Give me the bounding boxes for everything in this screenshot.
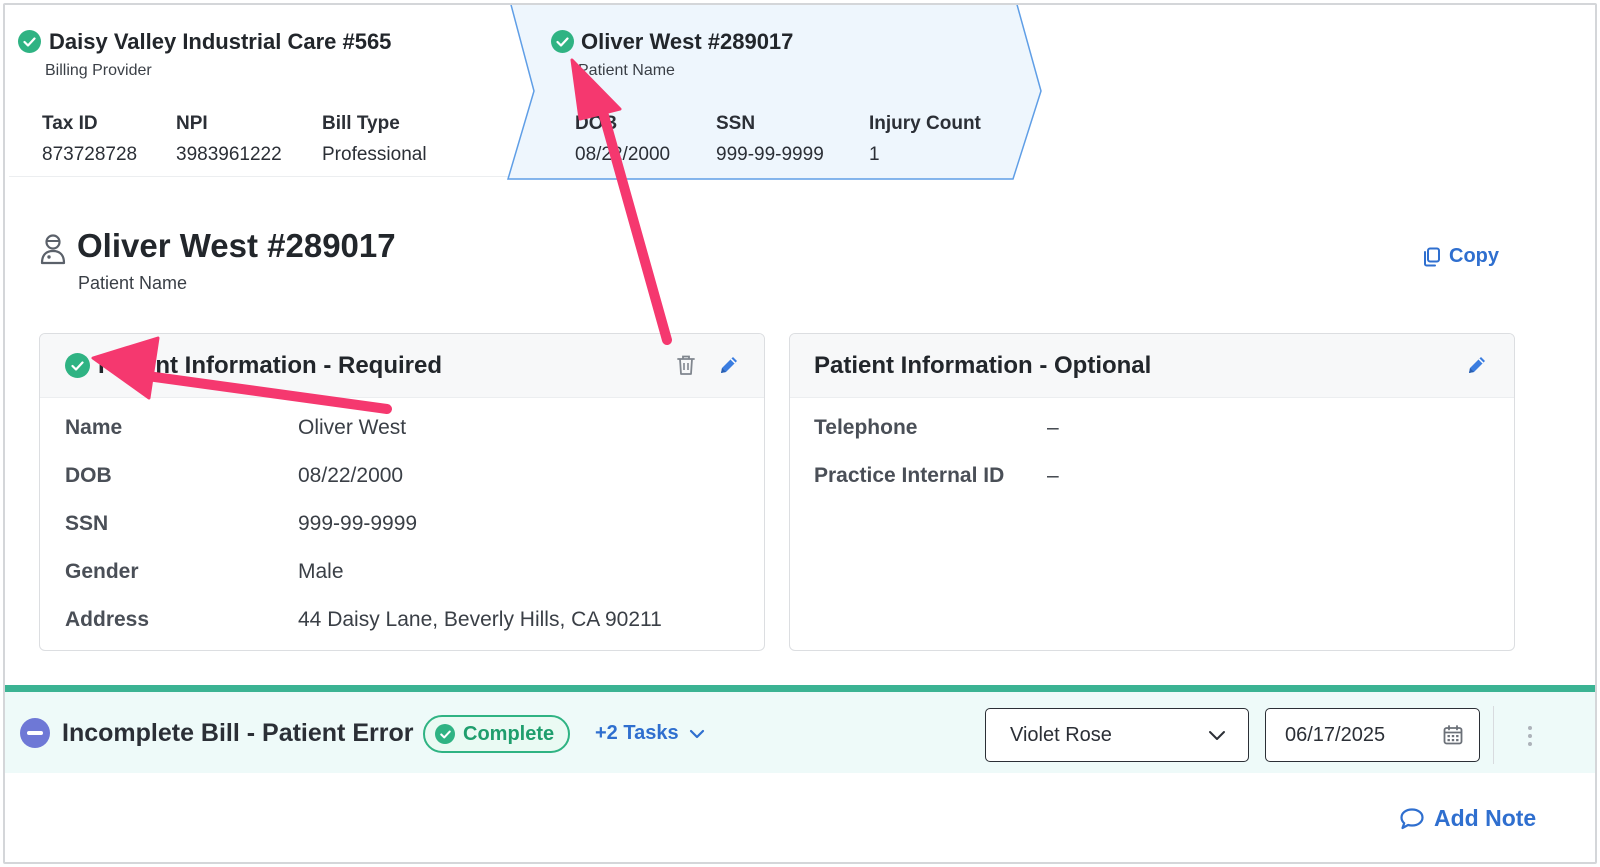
chevron-down-icon	[1209, 730, 1225, 740]
patient-icon	[39, 233, 67, 270]
check-circle-icon	[551, 30, 574, 53]
assignee-value: Violet Rose	[1010, 723, 1112, 746]
row-value: 44 Daisy Lane, Beverly Hills, CA 90211	[298, 608, 662, 631]
assignee-select[interactable]: Violet Rose	[985, 708, 1249, 762]
add-note-label: Add Note	[1434, 805, 1537, 831]
panel-title: Patient Information - Required	[98, 352, 443, 379]
row-value: Oliver West	[298, 416, 407, 439]
row-label: Name	[65, 416, 123, 439]
row-label: DOB	[65, 464, 112, 487]
field-label: DOB	[575, 113, 618, 134]
add-note-button[interactable]: Add Note	[1399, 805, 1536, 832]
page-title: Oliver West #289017	[77, 227, 396, 264]
field-label: Tax ID	[42, 113, 98, 134]
speech-bubble-icon	[1400, 807, 1424, 829]
row-label: Telephone	[814, 416, 918, 439]
row-label: Gender	[65, 560, 139, 583]
panel-required: Patient Information - Required Name Oliv…	[39, 333, 765, 651]
copy-button[interactable]: Copy	[1423, 245, 1499, 268]
row-label: Practice Internal ID	[814, 464, 1005, 487]
pencil-icon[interactable]	[1466, 354, 1488, 381]
page-subtitle: Patient Name	[78, 273, 188, 293]
field-label: SSN	[716, 113, 756, 134]
row-label: SSN	[65, 512, 109, 535]
panel-header: Patient Information - Optional	[790, 334, 1514, 398]
bill-status-bar: Incomplete Bill - Patient Error Complete…	[5, 685, 1595, 773]
date-input[interactable]: 06/17/2025	[1265, 708, 1480, 762]
minus-circle-icon	[20, 718, 50, 748]
copy-icon	[1424, 247, 1440, 266]
row-value: Male	[298, 560, 344, 583]
bill-title: Incomplete Bill - Patient Error	[62, 719, 414, 747]
panel-header: Patient Information - Required	[40, 334, 764, 398]
panel-optional: Patient Information - Optional Telephone…	[789, 333, 1515, 651]
trash-icon[interactable]	[676, 354, 696, 381]
date-value: 06/17/2025	[1285, 723, 1386, 746]
field-label: NPI	[176, 113, 208, 134]
calendar-icon[interactable]	[1443, 725, 1463, 745]
row-value: 999-99-9999	[298, 512, 418, 535]
app-frame: Daisy Valley Industrial Care #565 Billin…	[3, 3, 1597, 864]
chevron-down-icon	[689, 729, 704, 738]
pencil-icon[interactable]	[718, 354, 740, 381]
step-title: Daisy Valley Industrial Care #565	[49, 29, 392, 54]
field-value: 999-99-9999	[716, 144, 824, 165]
field-value: 08/22/2000	[575, 144, 671, 165]
row-value: –	[1047, 416, 1059, 439]
copy-label: Copy	[1449, 245, 1499, 267]
divider	[1493, 706, 1494, 764]
status-badge: Complete	[423, 715, 571, 753]
field-value: 3983961222	[176, 144, 282, 165]
check-circle-icon	[65, 353, 90, 378]
tasks-label: +2 Tasks	[595, 722, 679, 744]
field-label: Injury Count	[869, 113, 981, 134]
field-value: Professional	[322, 144, 427, 165]
panel-title: Patient Information - Optional	[814, 352, 1152, 379]
step-subtitle: Billing Provider	[45, 62, 152, 79]
field-value: 1	[869, 144, 880, 165]
check-circle-icon	[18, 30, 41, 53]
tasks-toggle[interactable]: +2 Tasks	[595, 722, 705, 745]
field-value: 873728728	[42, 144, 138, 165]
row-value: –	[1047, 464, 1059, 487]
step-bar: Daisy Valley Industrial Care #565 Billin…	[5, 5, 1595, 190]
more-options-icon[interactable]	[1513, 712, 1547, 760]
field-label: Bill Type	[322, 113, 400, 134]
step-title[interactable]: Oliver West #289017	[581, 29, 793, 55]
check-circle-icon	[435, 724, 455, 744]
row-label: Address	[65, 608, 150, 631]
status-badge-label: Complete	[463, 722, 555, 745]
step-subtitle: Patient Name	[578, 62, 675, 79]
row-value: 08/22/2000	[298, 464, 404, 487]
